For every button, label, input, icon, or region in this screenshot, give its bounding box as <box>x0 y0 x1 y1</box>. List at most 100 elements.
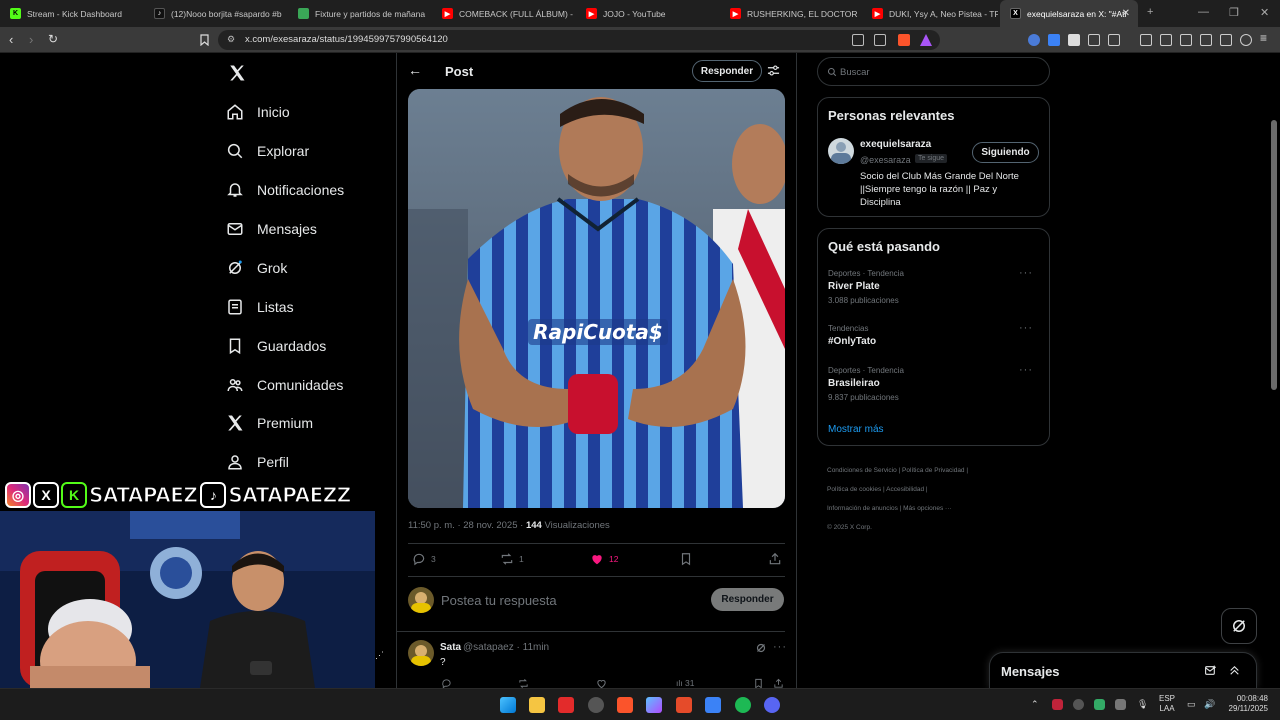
spotify-icon[interactable] <box>735 697 751 713</box>
more-icon[interactable]: ··· <box>1019 267 1033 279</box>
app-icon[interactable] <box>558 697 574 713</box>
post-timestamp[interactable]: 11:50 p. m. · 28 nov. 2025 · <box>408 520 526 531</box>
new-message-icon[interactable] <box>1204 664 1217 677</box>
tray-app-icon[interactable] <box>1052 699 1063 710</box>
translate-icon[interactable] <box>1048 34 1060 46</box>
nav-perfil[interactable]: Perfil <box>226 453 289 471</box>
extension-icon[interactable] <box>1068 34 1080 46</box>
brave-shield-icon[interactable] <box>898 34 910 46</box>
more-icon[interactable]: ··· <box>1019 322 1033 334</box>
nav-mensajes[interactable]: Mensajes <box>226 220 317 238</box>
notepad-icon[interactable] <box>705 697 721 713</box>
bookmark-page-icon[interactable] <box>199 34 210 46</box>
minimize-icon[interactable]: — <box>1198 6 1209 18</box>
repost-action[interactable]: 1 <box>500 552 524 566</box>
forward-icon[interactable]: › <box>29 32 33 47</box>
x-logo-icon[interactable] <box>228 64 246 82</box>
nav-grok[interactable]: Grok <box>226 259 287 277</box>
copilot-icon[interactable] <box>646 697 662 713</box>
puzzle-icon[interactable] <box>1088 34 1100 46</box>
avatar[interactable] <box>408 640 434 666</box>
nav-explorar[interactable]: Explorar <box>226 142 309 160</box>
footer-link[interactable]: Condiciones de Servicio <box>827 467 897 474</box>
network-icon[interactable]: ▭ <box>1187 699 1196 710</box>
reply-views[interactable]: ılı 31 <box>676 678 694 688</box>
file-explorer-icon[interactable] <box>529 697 545 713</box>
tab-tiktok[interactable]: ♪ (12)Nooo borjita #sapardo #b <box>144 0 286 27</box>
wallet-icon[interactable] <box>1180 34 1192 46</box>
new-tab-icon[interactable]: + <box>1147 6 1153 18</box>
tab-fixture[interactable]: Fixture y partidos de mañana <box>288 0 430 27</box>
avatar[interactable] <box>408 587 434 613</box>
music-icon[interactable] <box>1140 34 1152 46</box>
reply-action[interactable]: 3 <box>412 552 436 566</box>
back-arrow-icon[interactable]: ← <box>408 62 422 78</box>
nav-premium[interactable]: Premium <box>226 414 313 432</box>
reload-icon[interactable]: ↻ <box>48 32 58 46</box>
tray-app-icon[interactable] <box>1115 699 1126 710</box>
footer-link[interactable]: Información de anuncios <box>827 505 898 512</box>
tab-kick-dashboard[interactable]: K Stream - Kick Dashboard <box>0 0 142 27</box>
trend-item[interactable]: Tendencias #OnlyTato ··· <box>828 322 1043 347</box>
leo-icon[interactable] <box>1200 34 1212 46</box>
tab-x-post[interactable]: X exequielsaraza en X: "#Atl ✕ <box>1000 0 1138 27</box>
restore-icon[interactable]: ❐ <box>1229 6 1239 19</box>
microphone-icon[interactable]: 🎙 <box>1137 699 1148 710</box>
scrollbar-thumb[interactable] <box>1271 120 1277 390</box>
obs-icon[interactable] <box>588 697 604 713</box>
close-icon[interactable]: ✕ <box>1122 8 1130 19</box>
nav-notificaciones[interactable]: Notificaciones <box>226 181 344 199</box>
messages-drawer[interactable]: Mensajes <box>989 652 1257 688</box>
tab-comeback[interactable]: ▶ COMEBACK (FULL ÁLBUM) - Y <box>432 0 574 27</box>
reply-input[interactable]: Postea tu respuesta <box>441 593 557 608</box>
tab-jojo[interactable]: ▶ JOJO - YouTube <box>576 0 718 27</box>
sliders-icon[interactable] <box>767 64 780 77</box>
share-action[interactable] <box>768 552 787 566</box>
nav-guardados[interactable]: Guardados <box>226 337 326 355</box>
url-field[interactable]: ⚙ x.com/exesaraza/status/199459975799056… <box>218 30 940 50</box>
windows-start-icon[interactable] <box>500 697 516 713</box>
vpn-icon[interactable] <box>1220 34 1232 46</box>
language-indicator[interactable]: ESP LAA <box>1159 694 1175 714</box>
more-icon[interactable]: ⋰ <box>375 650 384 661</box>
reply-author-name[interactable]: Sata <box>440 642 461 653</box>
show-more-link[interactable]: Mostrar más <box>828 424 884 435</box>
nav-comunidades[interactable]: Comunidades <box>226 376 343 394</box>
cast-icon[interactable] <box>852 34 864 46</box>
nav-inicio[interactable]: Inicio <box>226 103 290 121</box>
trend-item[interactable]: Deportes · Tendencia Brasileirao 9.837 p… <box>828 364 1043 402</box>
tab-rusherking[interactable]: ▶ RUSHERKING, EL DOCTOR & I <box>720 0 860 27</box>
user-name[interactable]: exequielsaraza <box>860 139 931 150</box>
back-icon[interactable]: ‹ <box>9 32 13 47</box>
tray-app-icon[interactable] <box>1094 699 1105 710</box>
tray-app-icon[interactable] <box>1073 699 1084 710</box>
clock[interactable]: 00:08:48 29/11/2025 <box>1224 694 1268 714</box>
more-icon[interactable]: ··· <box>773 641 787 653</box>
reply-header-button[interactable]: Responder <box>692 60 762 82</box>
following-button[interactable]: Siguiendo <box>972 142 1039 163</box>
site-info-icon[interactable]: ⚙ <box>227 34 235 45</box>
avatar[interactable] <box>828 138 854 164</box>
chevron-up-icon[interactable]: ⌃ <box>1031 699 1039 710</box>
grok-floating-button[interactable] <box>1221 608 1257 644</box>
bookmark-action[interactable] <box>679 552 698 566</box>
close-window-icon[interactable]: ✕ <box>1260 6 1269 19</box>
discord-icon[interactable] <box>764 697 780 713</box>
sync-icon[interactable] <box>1240 34 1252 46</box>
brave-icon[interactable] <box>617 697 633 713</box>
footer-link[interactable]: Política de cookies <box>827 486 881 493</box>
menu-icon[interactable]: ≡ <box>1260 31 1267 45</box>
tab-duki[interactable]: ▶ DUKI, Ysy A, Neo Pistea - TRAF <box>862 0 998 27</box>
footer-link[interactable]: Accesibilidad <box>886 486 924 493</box>
share-icon[interactable] <box>874 34 886 46</box>
volume-icon[interactable]: 🔊 <box>1204 699 1215 710</box>
like-action[interactable]: 12 <box>590 552 618 566</box>
more-icon[interactable]: ··· <box>1019 364 1033 376</box>
sidebar-icon[interactable] <box>1160 34 1172 46</box>
brave-beta-icon[interactable] <box>676 697 692 713</box>
post-photo[interactable]: RapiCuota$ <box>408 89 785 508</box>
reply-submit-button[interactable]: Responder <box>711 588 784 611</box>
screenshot-icon[interactable] <box>1108 34 1120 46</box>
footer-link[interactable]: Más opciones ··· <box>903 505 951 512</box>
footer-link[interactable]: Política de Privacidad <box>902 467 965 474</box>
